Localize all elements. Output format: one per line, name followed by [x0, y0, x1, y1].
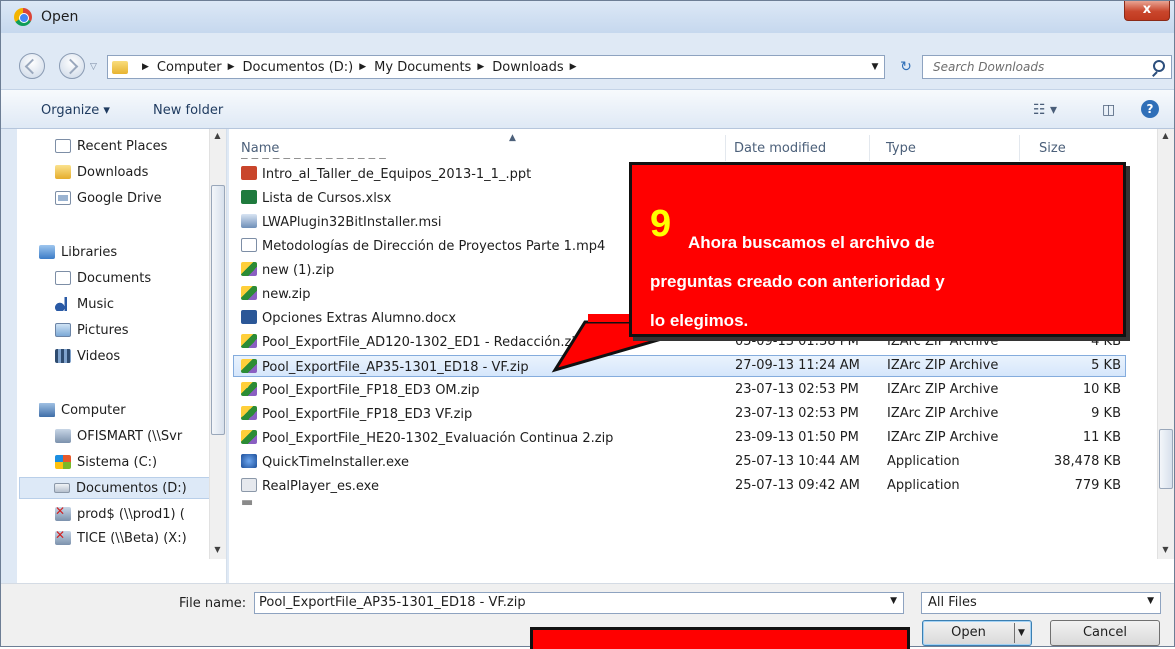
- nav-documentos[interactable]: Documentos (D:): [19, 477, 211, 499]
- breadcrumb-computer[interactable]: Computer: [157, 60, 222, 75]
- nav-sistema[interactable]: Sistema (C:): [55, 451, 209, 473]
- breadcrumb-separator-icon: ▶: [227, 62, 235, 72]
- list-item[interactable]: Pool_ExportFile_HE20-1302_Evaluación Con…: [233, 427, 1126, 449]
- address-bar[interactable]: ▶ Computer ▶ Documentos (D:) ▶ My Documents…: [107, 55, 885, 79]
- zip-file-icon: [241, 430, 257, 444]
- nav-google-drive[interactable]: Google Drive: [55, 187, 226, 209]
- list-scrollbar[interactable]: ▲ ▼: [1157, 129, 1174, 559]
- file-name-label: File name:: [179, 596, 247, 611]
- scroll-down-icon[interactable]: ▼: [210, 545, 225, 554]
- search-input[interactable]: Search Downloads: [922, 55, 1172, 79]
- disconnected-drive-icon: [55, 528, 71, 545]
- list-item-selected[interactable]: Pool_ExportFile_AP35-1301_ED18 - VF.zip …: [233, 355, 1126, 377]
- breadcrumb-my-documents[interactable]: My Documents: [374, 60, 471, 75]
- video-file-icon: [241, 238, 257, 252]
- address-dropdown-icon[interactable]: ▼: [865, 55, 885, 79]
- list-item[interactable]: Pool_ExportFile_FP18_ED3 VF.zip 23-07-13…: [233, 403, 1126, 425]
- open-options-icon[interactable]: ▼: [1018, 621, 1025, 645]
- breadcrumb-separator-icon: ▶: [359, 62, 367, 72]
- breadcrumb-separator-icon[interactable]: ▶: [570, 62, 577, 72]
- scroll-up-icon[interactable]: ▲: [210, 131, 225, 140]
- forward-button[interactable]: [59, 53, 85, 79]
- close-button[interactable]: x: [1124, 1, 1170, 21]
- recent-locations-dropdown[interactable]: ▽: [90, 62, 97, 72]
- documents-icon: [55, 271, 71, 285]
- music-icon: [55, 297, 71, 311]
- recent-places-icon: [55, 139, 71, 153]
- zip-file-icon: [241, 406, 257, 420]
- breadcrumb-separator-icon: ▶: [477, 62, 485, 72]
- zip-file-icon: [241, 334, 257, 348]
- list-scroll-thumb[interactable]: [1159, 429, 1173, 489]
- nav-videos[interactable]: Videos: [55, 345, 226, 367]
- navigation-pane: Recent Places Downloads Google Drive Lib…: [17, 129, 227, 583]
- nav-tice[interactable]: TICE (\\Beta) (X:): [55, 527, 209, 549]
- folder-icon: [55, 165, 71, 179]
- preview-pane-icon[interactable]: ◫: [1102, 102, 1115, 118]
- nav-prod[interactable]: prod$ (\\prod1) (: [55, 503, 209, 525]
- nav-downloads[interactable]: Downloads: [55, 161, 226, 183]
- word-file-icon: [241, 310, 257, 324]
- nav-recent-places[interactable]: Recent Places: [55, 135, 226, 157]
- nav-music[interactable]: Music: [55, 293, 226, 315]
- scroll-up-icon[interactable]: ▲: [1158, 131, 1173, 140]
- libraries-icon: [39, 245, 55, 259]
- computer-icon: [39, 403, 55, 417]
- view-options-icon[interactable]: ☷ ▾: [1033, 102, 1057, 118]
- quicktime-icon: [241, 454, 257, 468]
- nav-ofismart[interactable]: OFISMART (\\Svr: [55, 425, 209, 447]
- nav-libraries[interactable]: Libraries: [39, 241, 226, 263]
- new-folder-button[interactable]: New folder: [153, 103, 223, 118]
- help-icon[interactable]: ?: [1141, 100, 1159, 118]
- breadcrumb-documentos[interactable]: Documentos (D:): [242, 60, 353, 75]
- organize-button[interactable]: Organize ▾: [41, 103, 110, 118]
- breadcrumb-separator-icon: ▶: [142, 62, 149, 72]
- excel-file-icon: [241, 190, 257, 204]
- pictures-icon: [55, 323, 71, 337]
- zip-file-icon: [241, 262, 257, 276]
- powerpoint-file-icon: [241, 166, 257, 180]
- search-icon[interactable]: [1153, 60, 1165, 72]
- command-bar: Organize ▾ New folder ☷ ▾ ◫ ?: [1, 89, 1174, 129]
- window-title: Open: [41, 9, 79, 25]
- breadcrumb-downloads[interactable]: Downloads: [492, 60, 563, 75]
- nav-documents[interactable]: Documents: [55, 267, 226, 289]
- list-item[interactable]: RealPlayer_es.exe 25-07-13 09:42 AM Appl…: [233, 475, 1126, 497]
- disconnected-drive-icon: [55, 504, 71, 521]
- callout-text: Ahora buscamos el archivo de preguntas c…: [650, 233, 945, 330]
- back-button[interactable]: [19, 53, 45, 79]
- address-row: ▽ ▶ Computer ▶ Documentos (D:) ▶ My Documen…: [1, 43, 1174, 83]
- videos-icon: [55, 349, 71, 363]
- network-drive-icon: [55, 429, 71, 443]
- nav-scroll-thumb[interactable]: [211, 185, 225, 435]
- google-drive-icon: [55, 191, 71, 205]
- list-item[interactable]: QuickTimeInstaller.exe 25-07-13 10:44 AM…: [233, 451, 1126, 473]
- zip-file-icon: [241, 286, 257, 300]
- instruction-callout: 9 Ahora buscamos el archivo de preguntas…: [629, 162, 1126, 337]
- file-type-select[interactable]: All Files ▼: [921, 592, 1161, 614]
- cancel-button[interactable]: Cancel: [1050, 620, 1160, 646]
- zip-file-icon: [241, 359, 257, 373]
- list-item[interactable]: Pool_ExportFile_FP18_ED3 OM.zip 23-07-13…: [233, 379, 1126, 401]
- open-button[interactable]: Open ▼: [922, 620, 1032, 646]
- drive-icon: [54, 483, 70, 493]
- nav-pictures[interactable]: Pictures: [55, 319, 226, 341]
- file-name-input[interactable]: Pool_ExportFile_AP35-1301_ED18 - VF.zip …: [254, 592, 904, 614]
- list-item[interactable]: ▬ _ _ _ _ _ _ _ _ _ _ _: [233, 499, 1126, 507]
- annotation-box: [530, 627, 910, 649]
- chevron-down-icon[interactable]: ▼: [1147, 596, 1154, 606]
- title-bar: Open x: [1, 1, 1174, 33]
- refresh-icon[interactable]: ↻: [894, 55, 918, 79]
- nav-scrollbar[interactable]: ▲ ▼: [209, 129, 226, 559]
- system-drive-icon: [55, 455, 71, 469]
- chrome-icon: [14, 8, 32, 26]
- installer-file-icon: [241, 214, 257, 228]
- chevron-down-icon[interactable]: ▼: [890, 596, 897, 606]
- nav-computer[interactable]: Computer: [39, 399, 226, 421]
- folder-icon: [112, 60, 128, 74]
- scroll-down-icon[interactable]: ▼: [1158, 545, 1173, 554]
- search-placeholder: Search Downloads: [933, 60, 1045, 74]
- zip-file-icon: [241, 382, 257, 396]
- realplayer-icon: [241, 478, 257, 492]
